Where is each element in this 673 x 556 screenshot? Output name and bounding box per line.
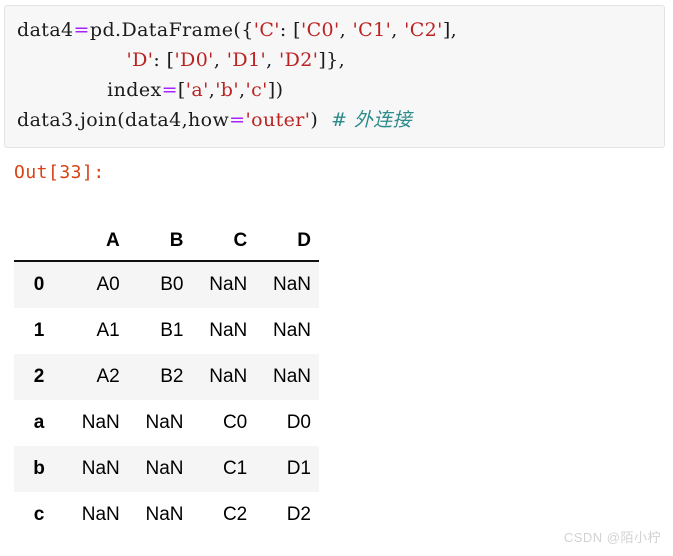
- table-row: c NaN NaN C2 D2: [14, 492, 319, 538]
- table-cell: C1: [191, 446, 256, 492]
- code-token-punc: ,: [391, 19, 405, 41]
- code-token-comment: # 外连接: [331, 109, 413, 131]
- table-cell: NaN: [255, 354, 319, 400]
- code-token-punc: ): [310, 109, 332, 131]
- table-cell: B2: [127, 354, 192, 400]
- table-cell: NaN: [255, 308, 319, 354]
- table-cell: C2: [191, 492, 256, 538]
- table-cell: NaN: [127, 492, 192, 538]
- table-cell: NaN: [64, 400, 128, 446]
- row-index-label: 2: [14, 354, 64, 400]
- table-row: b NaN NaN C1 D1: [14, 446, 319, 492]
- code-token-punc: ],: [442, 19, 458, 41]
- table-cell: D0: [255, 400, 319, 446]
- table-cell: D1: [255, 446, 319, 492]
- table-row: 1 A1 B1 NaN NaN: [14, 308, 319, 354]
- code-token-punc: [17, 49, 126, 71]
- table-cell: NaN: [127, 446, 192, 492]
- code-token-punc: : [: [153, 49, 175, 71]
- code-token-punc: [: [177, 79, 186, 101]
- code-token-plain: index: [107, 79, 162, 101]
- dataframe-table: ABCD 0 A0 B0 NaN NaN 1 A1 B1 NaN NaN 2 A2 B2 NaN NaN a N…: [14, 228, 319, 538]
- table-cell: NaN: [255, 261, 319, 308]
- row-index-label: a: [14, 400, 64, 446]
- code-input-cell[interactable]: data4=pd.DataFrame({'C': ['C0', 'C1', 'C…: [4, 5, 665, 148]
- code-token-str: 'C': [253, 19, 280, 41]
- code-token-str: 'D1': [226, 49, 267, 71]
- column-header-b: B: [127, 228, 192, 262]
- table-row: 0 A0 B0 NaN NaN: [14, 261, 319, 308]
- dataframe-output: ABCD 0 A0 B0 NaN NaN 1 A1 B1 NaN NaN 2 A2 B2 NaN NaN a N…: [14, 228, 319, 538]
- table-cell: B1: [127, 308, 192, 354]
- row-index-label: b: [14, 446, 64, 492]
- code-token-op: =: [229, 109, 246, 131]
- code-token-punc: : [: [279, 19, 301, 41]
- code-token-str: 'D2': [278, 49, 319, 71]
- table-header-row: ABCD: [14, 228, 319, 262]
- row-index-label: 0: [14, 261, 64, 308]
- table-cell: NaN: [191, 261, 256, 308]
- code-line: data3.join(data4,how='outer') # 外连接: [17, 105, 457, 135]
- code-line: data4=pd.DataFrame({'C': ['C0', 'C1', 'C…: [17, 15, 457, 45]
- row-index-label: c: [14, 492, 64, 538]
- column-header-a: A: [64, 228, 128, 262]
- code-token-str: 'D': [126, 49, 154, 71]
- code-token-str: 'C2': [404, 19, 443, 41]
- code-token-str: 'C0': [300, 19, 340, 41]
- code-token-punc: ,: [339, 19, 353, 41]
- code-token-op: =: [161, 79, 178, 101]
- table-row: a NaN NaN C0 D0: [14, 400, 319, 446]
- table-cell: C0: [191, 400, 256, 446]
- table-cell: A1: [64, 308, 128, 354]
- code-token-punc: ,: [266, 49, 279, 71]
- table-cell: NaN: [191, 354, 256, 400]
- table-cell: B0: [127, 261, 192, 308]
- code-line: index=['a','b','c']): [17, 75, 457, 105]
- code-token-punc: ,: [213, 49, 227, 71]
- code-token-str: 'D0': [174, 49, 214, 71]
- table-cell: NaN: [64, 446, 128, 492]
- table-cell: A0: [64, 261, 128, 308]
- index-column-header: [14, 228, 64, 262]
- table-cell: NaN: [191, 308, 256, 354]
- code-token-plain: data3.join(data4,how: [17, 109, 230, 131]
- column-header-d: D: [255, 228, 319, 262]
- code-source[interactable]: data4=pd.DataFrame({'C': ['C0', 'C1', 'C…: [17, 15, 457, 135]
- row-index-label: 1: [14, 308, 64, 354]
- code-token-str: 'b': [215, 79, 239, 101]
- table-row: 2 A2 B2 NaN NaN: [14, 354, 319, 400]
- code-token-op: =: [73, 19, 90, 41]
- code-line: 'D': ['D0', 'D1', 'D2']},: [17, 45, 457, 75]
- column-header-c: C: [191, 228, 256, 262]
- output-prompt-label: Out[33]:: [14, 162, 105, 183]
- code-token-plain: data4: [17, 19, 74, 41]
- code-token-str: 'C1': [352, 19, 392, 41]
- code-token-punc: ]): [267, 79, 284, 101]
- dataframe-header: ABCD: [14, 228, 319, 262]
- table-cell: D2: [255, 492, 319, 538]
- code-token-str: 'c': [245, 79, 268, 101]
- table-cell: A2: [64, 354, 128, 400]
- csdn-watermark: CSDN @陌小柠: [563, 530, 661, 545]
- code-token-punc: [17, 79, 107, 101]
- table-cell: NaN: [64, 492, 128, 538]
- table-cell: NaN: [127, 400, 192, 446]
- code-token-punc: ]},: [318, 49, 346, 71]
- code-token-str: 'a': [185, 79, 209, 101]
- code-token-plain: pd.DataFrame({: [89, 19, 254, 41]
- dataframe-body: 0 A0 B0 NaN NaN 1 A1 B1 NaN NaN 2 A2 B2 NaN NaN a NaN NaN…: [14, 261, 319, 538]
- code-token-str: 'outer': [245, 109, 311, 131]
